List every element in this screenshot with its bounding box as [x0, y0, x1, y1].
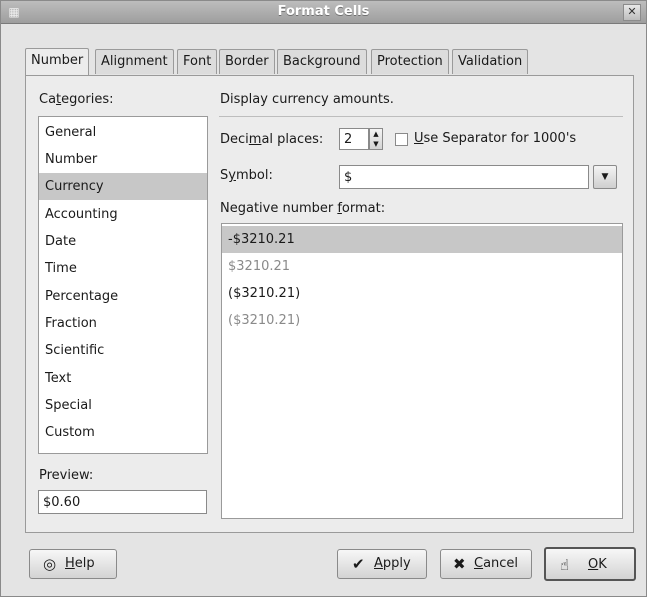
- tab-background[interactable]: Background: [277, 49, 367, 74]
- symbol-dropdown-button[interactable]: ▼: [593, 165, 617, 189]
- category-percentage[interactable]: Percentage: [39, 283, 207, 310]
- use-separator-label[interactable]: Use Separator for 1000's: [414, 131, 576, 146]
- cross-icon: ✖: [453, 555, 466, 573]
- separator-line: [219, 116, 623, 117]
- tab-font[interactable]: Font: [177, 49, 218, 74]
- decimal-spin-buttons[interactable]: ▲ ▼: [369, 128, 383, 150]
- chevron-down-icon: ▼: [601, 172, 609, 182]
- tab-number[interactable]: Number: [25, 48, 90, 75]
- format-description: Display currency amounts.: [220, 92, 394, 107]
- category-general[interactable]: General: [39, 119, 207, 146]
- negative-format-option[interactable]: -$3210.21: [222, 226, 622, 253]
- window-title: Format Cells: [277, 4, 370, 19]
- cancel-button[interactable]: ✖ Cancel: [440, 549, 532, 579]
- categories-label: Categories:: [39, 92, 114, 107]
- tab-border[interactable]: Border: [219, 49, 275, 74]
- preview-label: Preview:: [39, 468, 94, 483]
- spin-up-icon[interactable]: ▲: [370, 129, 382, 139]
- negative-format-option[interactable]: $3210.21: [222, 253, 622, 280]
- category-special[interactable]: Special: [39, 392, 207, 419]
- negative-format-option[interactable]: ($3210.21): [222, 307, 622, 334]
- ok-button[interactable]: ☝ OK: [544, 547, 636, 581]
- title-bar[interactable]: ▦ Format Cells ✕: [1, 1, 646, 24]
- category-text[interactable]: Text: [39, 365, 207, 392]
- tab-protection[interactable]: Protection: [371, 49, 449, 74]
- help-button[interactable]: ◎ Help: [29, 549, 117, 579]
- category-number[interactable]: Number: [39, 146, 207, 173]
- negative-format-label: Negative number format:: [220, 201, 386, 216]
- checkmark-icon: ✔: [352, 555, 365, 573]
- decimal-places-label: Decimal places:: [220, 132, 324, 147]
- negative-format-list[interactable]: -$3210.21 $3210.21 ($3210.21) ($3210.21): [221, 223, 623, 519]
- decimal-places-input[interactable]: 2: [339, 128, 369, 150]
- use-separator-checkbox[interactable]: [395, 133, 408, 146]
- category-time[interactable]: Time: [39, 255, 207, 282]
- category-custom[interactable]: Custom: [39, 419, 207, 446]
- categories-list[interactable]: General Number Currency Accounting Date …: [38, 116, 208, 454]
- symbol-input[interactable]: $: [339, 165, 589, 189]
- spin-down-icon[interactable]: ▼: [370, 139, 382, 149]
- category-fraction[interactable]: Fraction: [39, 310, 207, 337]
- negative-format-option[interactable]: ($3210.21): [222, 280, 622, 307]
- category-scientific[interactable]: Scientific: [39, 337, 207, 364]
- category-date[interactable]: Date: [39, 228, 207, 255]
- ok-hand-icon: ☝: [560, 556, 570, 574]
- close-icon[interactable]: ✕: [623, 4, 641, 21]
- tab-alignment[interactable]: Alignment: [95, 49, 174, 74]
- symbol-label: Symbol:: [220, 168, 273, 183]
- lifebuoy-icon: ◎: [43, 555, 57, 573]
- category-currency[interactable]: Currency: [39, 173, 207, 200]
- format-cells-dialog: ▦ Format Cells ✕ Number Alignment Font B…: [0, 0, 647, 597]
- apply-button[interactable]: ✔ Apply: [337, 549, 427, 579]
- category-accounting[interactable]: Accounting: [39, 201, 207, 228]
- tab-validation[interactable]: Validation: [452, 49, 529, 74]
- number-tab-panel: Categories: General Number Currency Acco…: [25, 75, 634, 533]
- preview-field: $0.60: [38, 490, 207, 514]
